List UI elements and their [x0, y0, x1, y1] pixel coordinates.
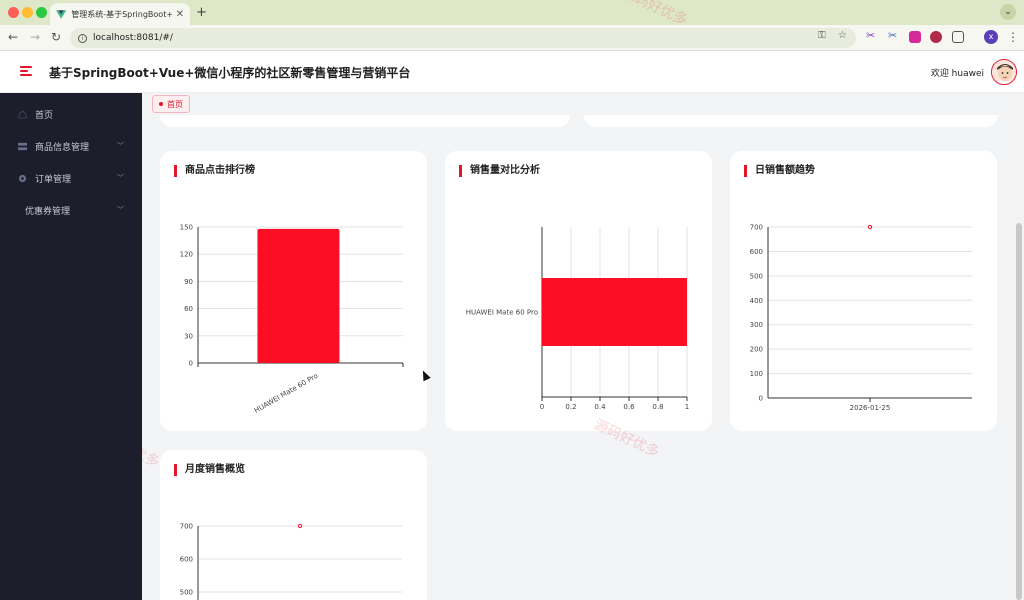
y-tick-label: 200: [750, 346, 763, 354]
x-tick-label: 0.6: [623, 403, 635, 411]
y-tick-label: 600: [180, 556, 193, 564]
sidebar-item-order-management[interactable]: 订单管理 ﹀: [0, 162, 142, 194]
y-tick-label: 400: [750, 297, 763, 305]
browser-menu-icon[interactable]: ⋮: [1007, 30, 1019, 44]
y-tick-label: 700: [180, 523, 193, 531]
active-dot-icon: [159, 102, 163, 106]
user-avatar-icon: [992, 60, 1016, 84]
sidebar-item-coupon-management[interactable]: 优惠券管理 ﹀: [0, 194, 142, 226]
extension-record-icon[interactable]: [930, 31, 942, 43]
grid-icon: [18, 142, 27, 150]
sidebar-item-product-management[interactable]: 商品信息管理 ﹀: [0, 130, 142, 162]
y-tick-label: 0: [759, 395, 763, 403]
chart-card-sales-comparison: 销售量对比分析 0 0.2 0.4 0.6 0.8 1 HUAWEI Mate 60 Pro: [445, 151, 712, 431]
browser-tab[interactable]: 管理系统-基于SpringBoot+Vue+... ✕: [50, 3, 190, 25]
browser-tab-bar: 管理系统-基于SpringBoot+Vue+... ✕ + ⌄: [0, 0, 1024, 25]
card-partial: [584, 115, 998, 127]
bar: [542, 278, 687, 346]
x-tick-label: 2026-01-25: [850, 404, 891, 412]
y-tick-label: 100: [750, 370, 763, 378]
extension-scissors-icon[interactable]: ✂: [866, 29, 878, 42]
bookmark-star-icon[interactable]: ☆: [838, 30, 847, 41]
gear-icon: [18, 174, 27, 182]
sidebar-item-label: 优惠券管理: [25, 206, 71, 217]
y-tick-label: 600: [750, 248, 763, 256]
y-tick-label: 700: [750, 224, 763, 232]
reload-icon[interactable]: ↻: [51, 30, 61, 44]
app-title: 基于SpringBoot+Vue+微信小程序的社区新零售管理与营销平台: [49, 66, 411, 80]
home-icon: [18, 109, 27, 119]
scrollbar-thumb[interactable]: [1016, 223, 1022, 600]
y-tick-label: HUAWEI Mate 60 Pro: [466, 309, 538, 317]
sidebar-item-label: 首页: [35, 110, 54, 121]
chart-card-daily-sales: 日销售额趋势 0 100 200 300 400 500 600 700 2026-01-25: [730, 151, 997, 431]
data-point: [297, 523, 303, 529]
y-tick-label: 0: [189, 360, 193, 368]
minimize-window-button[interactable]: [22, 7, 33, 18]
browser-toolbar: ← → ↻ i localhost:8081/#/ ⚿ ☆ ✂ ✂ x ⋮: [0, 25, 1024, 51]
tag-label: 首页: [167, 99, 183, 109]
x-tick-label: 0.8: [652, 403, 663, 411]
forward-icon[interactable]: →: [30, 30, 40, 44]
url-text: localhost:8081/#/: [93, 33, 173, 43]
y-tick-label: 90: [184, 278, 193, 286]
chart-monthly-sales: 400500600700: [180, 523, 402, 600]
extension-tool-icon[interactable]: ✂: [888, 29, 900, 42]
chevron-down-icon: ﹀: [117, 206, 124, 214]
y-tick-label: 30: [184, 332, 193, 340]
page-scrollbar[interactable]: [1014, 93, 1024, 600]
sidebar: 首页 商品信息管理 ﹀ 订单管理 ﹀ 优惠券管理 ﹀: [0, 93, 142, 600]
y-tick-label: 500: [750, 272, 763, 280]
chart-card-click-ranking: 商品点击排行榜 0 30 60 90 120 150 HUAWEI Mate 60 Pro: [160, 151, 427, 431]
profile-avatar[interactable]: x: [984, 30, 998, 44]
sidebar-item-label: 订单管理: [35, 174, 72, 185]
chevron-down-icon: ﹀: [117, 174, 124, 182]
data-point: [867, 224, 873, 230]
app-header: 基于SpringBoot+Vue+微信小程序的社区新零售管理与营销平台 欢迎 h…: [0, 51, 1024, 93]
chart-daily-sales: 0 100 200 300 400 500 600 700 2026-01-25: [750, 224, 972, 412]
y-tick-label: 60: [184, 305, 193, 313]
x-tick-label: 0: [540, 403, 544, 411]
x-tick-label: 0.4: [594, 403, 606, 411]
tab-search-button[interactable]: ⌄: [1000, 4, 1016, 20]
extension-download-icon[interactable]: [909, 31, 921, 43]
main-content: 首页 商品点击排行榜 0 30 60 90 120 150 HUAWEI Mate 60 P…: [142, 93, 1014, 600]
card-partial: [160, 115, 570, 127]
chart-click-ranking: 0 30 60 90 120 150 HUAWEI Mate 60 Pro: [180, 224, 404, 415]
chart-card-monthly-sales: 月度销售概览 400500600700: [160, 450, 427, 600]
sidebar-item-home[interactable]: 首页: [0, 98, 142, 130]
chevron-down-icon: ﹀: [117, 142, 124, 150]
x-tick-label: HUAWEI Mate 60 Pro: [253, 372, 320, 415]
chart-sales-comparison: 0 0.2 0.4 0.6 0.8 1 HUAWEI Mate 60 Pro: [466, 227, 689, 411]
extensions-puzzle-icon[interactable]: [952, 31, 964, 43]
key-icon[interactable]: ⚿: [818, 30, 826, 41]
address-bar[interactable]: i localhost:8081/#/: [70, 28, 856, 48]
maximize-window-button[interactable]: [36, 7, 47, 18]
y-tick-label: 500: [180, 589, 193, 597]
close-tab-icon[interactable]: ✕: [176, 9, 184, 20]
tag-home[interactable]: 首页: [152, 95, 190, 113]
tags-view: 首页: [142, 93, 1014, 115]
back-icon[interactable]: ←: [8, 30, 18, 44]
x-tick-label: 1: [685, 403, 689, 411]
close-window-button[interactable]: [8, 7, 19, 18]
y-tick-label: 120: [180, 251, 193, 259]
menu-toggle-icon[interactable]: [20, 66, 32, 76]
y-tick-label: 300: [750, 321, 763, 329]
vue-logo-icon: [56, 9, 67, 19]
bar: [257, 228, 340, 363]
user-avatar[interactable]: [991, 59, 1017, 85]
x-tick-label: 0.2: [565, 403, 576, 411]
sidebar-item-label: 商品信息管理: [35, 142, 90, 153]
browser-tab-title: 管理系统-基于SpringBoot+Vue+...: [71, 9, 172, 19]
new-tab-button[interactable]: +: [196, 5, 207, 20]
welcome-text: 欢迎 huawei: [930, 69, 984, 79]
site-info-icon[interactable]: i: [78, 33, 87, 43]
y-tick-label: 150: [180, 224, 193, 232]
